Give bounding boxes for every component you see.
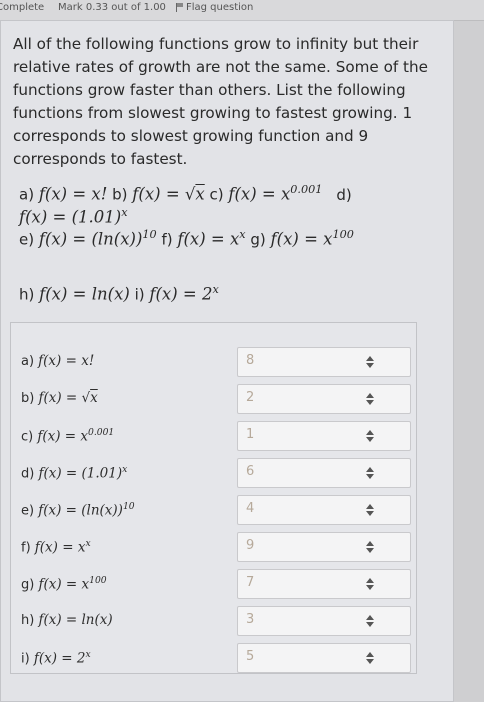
function-list-line-2: f(x) = (1.01)x <box>19 206 128 227</box>
function-label: d) f(x) = (1.01)x <box>21 464 128 482</box>
rank-value: 7 <box>246 575 255 590</box>
function-label: c) f(x) = x0.001 <box>21 427 115 445</box>
question-info-bar: Complete Mark 0.33 out of 1.00 Flag ques… <box>0 0 484 21</box>
rank-select[interactable]: 5 <box>237 643 411 673</box>
rank-select[interactable]: 6 <box>237 458 411 488</box>
rank-select[interactable]: 1 <box>237 421 411 451</box>
up-down-arrow-icon <box>366 615 374 627</box>
function-label: a) f(x) = x! <box>21 353 95 369</box>
rank-select[interactable]: 4 <box>237 495 411 525</box>
function-list-line-3: e) f(x) = (ln(x))10 f) f(x) = xx g) f(x)… <box>19 228 354 249</box>
mark-text: Mark 0.33 out of 1.00 <box>58 2 166 13</box>
flag-icon <box>176 3 183 12</box>
up-down-arrow-icon <box>366 393 374 405</box>
rank-value: 4 <box>246 501 255 516</box>
function-label: f) f(x) = xx <box>21 538 91 556</box>
flag-question-link[interactable]: Flag question <box>176 0 253 16</box>
rank-value: 9 <box>246 538 255 553</box>
rank-value: 3 <box>246 612 255 627</box>
rank-select[interactable]: 8 <box>237 347 411 377</box>
rank-select[interactable]: 3 <box>237 606 411 636</box>
rank-select[interactable]: 9 <box>237 532 411 562</box>
up-down-arrow-icon <box>366 504 374 516</box>
rank-value: 1 <box>246 427 255 442</box>
answer-matching-table: a) f(x) = x! 8 b) f(x) = √x 2 c) f(x) = … <box>10 322 417 674</box>
function-list-line-1: a) f(x) = x! b) f(x) = √x c) f(x) = x0.0… <box>19 183 352 204</box>
rank-value: 6 <box>246 464 255 479</box>
up-down-arrow-icon <box>366 541 374 553</box>
question-text: All of the following functions grow to i… <box>13 35 428 168</box>
rank-select[interactable]: 7 <box>237 569 411 599</box>
function-label: e) f(x) = (ln(x))10 <box>21 501 135 519</box>
function-list-line-4: h) f(x) = ln(x) i) f(x) = 2x <box>19 283 219 304</box>
up-down-arrow-icon <box>366 356 374 368</box>
up-down-arrow-icon <box>366 467 374 479</box>
up-down-arrow-icon <box>366 430 374 442</box>
function-label: i) f(x) = 2x <box>21 649 91 667</box>
answer-row-i: i) f(x) = 2x 5 <box>11 643 416 687</box>
up-down-arrow-icon <box>366 652 374 664</box>
rank-select[interactable]: 2 <box>237 384 411 414</box>
function-label: b) f(x) = √x <box>21 390 98 406</box>
function-label: h) f(x) = ln(x) <box>21 612 113 628</box>
completion-status: Complete <box>0 2 45 13</box>
function-label: g) f(x) = x100 <box>21 575 107 593</box>
rank-value: 8 <box>246 353 255 368</box>
flag-question-label: Flag question <box>186 2 254 13</box>
rank-value: 2 <box>246 390 255 405</box>
up-down-arrow-icon <box>366 578 374 590</box>
rank-value: 5 <box>246 649 255 664</box>
